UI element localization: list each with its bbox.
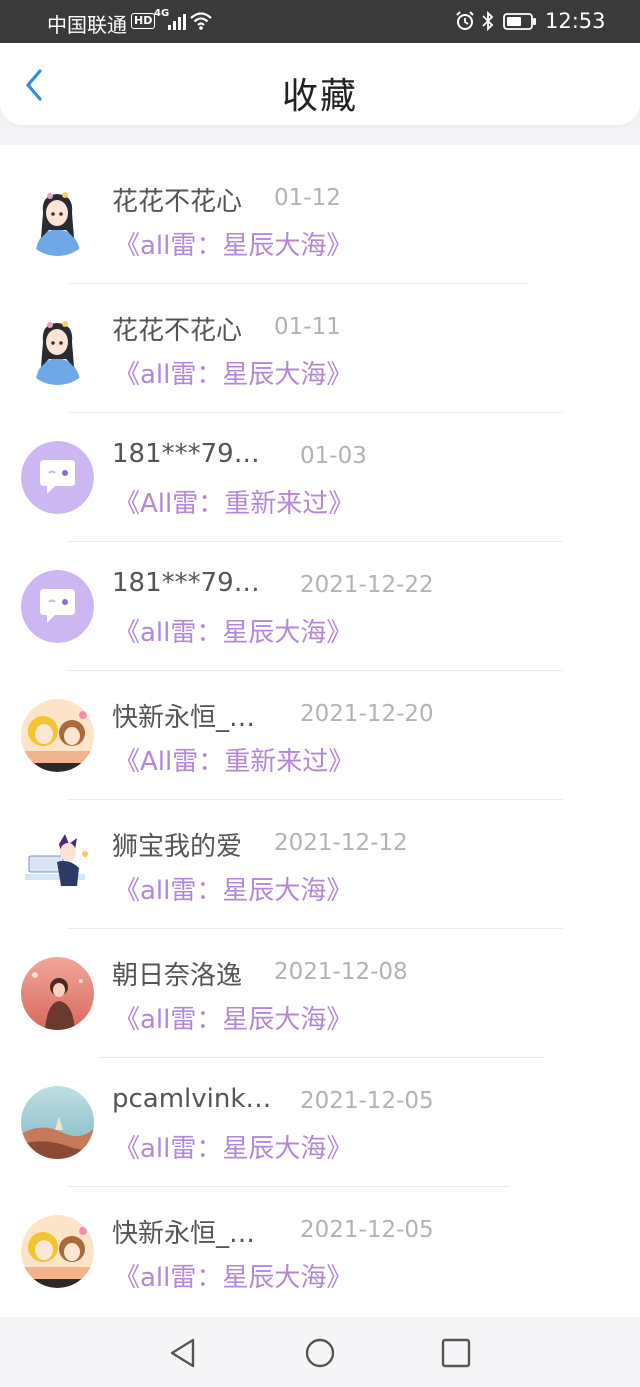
favorite-date: 2021-12-22 bbox=[300, 572, 434, 598]
default-chat-avatar-image bbox=[21, 570, 94, 643]
favorite-date: 2021-12-08 bbox=[274, 959, 408, 985]
user-name[interactable]: 181***79… bbox=[112, 439, 260, 469]
user-name[interactable]: 花花不花心 bbox=[112, 310, 242, 347]
bluetooth-icon bbox=[482, 10, 494, 32]
favorite-item[interactable]: 花花不花心 01-12 《all雷：星辰大海》 bbox=[0, 145, 640, 274]
system-nav-bar bbox=[0, 1317, 640, 1387]
row-divider bbox=[68, 799, 563, 800]
book-title-link[interactable]: 《all雷：星辰大海》 bbox=[114, 612, 352, 649]
avatar[interactable] bbox=[21, 1086, 94, 1159]
favorite-item[interactable]: 181***79… 2021-12-22 《all雷：星辰大海》 bbox=[0, 532, 640, 661]
anime-girl-avatar-image bbox=[21, 312, 94, 385]
favorites-list: 花花不花心 01-12 《all雷：星辰大海》 花花不花心 01-11 《all雷：星辰… bbox=[0, 145, 640, 1317]
favorite-item[interactable]: 花花不花心 01-11 《all雷：星辰大海》 bbox=[0, 274, 640, 403]
user-name[interactable]: pcamlvink… bbox=[112, 1084, 271, 1114]
hd-badge: HD bbox=[131, 13, 156, 29]
avatar[interactable] bbox=[21, 570, 94, 643]
avatar[interactable] bbox=[21, 1215, 94, 1288]
row-divider bbox=[68, 928, 563, 929]
landscape-avatar-image bbox=[21, 1086, 94, 1159]
favorite-item[interactable]: pcamlvink… 2021-12-05 《all雷：星辰大海》 bbox=[0, 1048, 640, 1177]
favorite-date: 2021-12-12 bbox=[274, 830, 408, 856]
favorite-date: 01-11 bbox=[274, 314, 341, 340]
favorite-date: 2021-12-20 bbox=[300, 701, 434, 727]
book-title-link[interactable]: 《all雷：星辰大海》 bbox=[114, 999, 352, 1036]
anime-duo-avatar-image bbox=[21, 1215, 94, 1288]
network-type: 4G bbox=[154, 8, 170, 19]
wifi-icon bbox=[190, 12, 212, 30]
avatar[interactable] bbox=[21, 957, 94, 1030]
avatar[interactable] bbox=[21, 699, 94, 772]
avatar[interactable] bbox=[21, 828, 94, 901]
page-title: 收藏 bbox=[281, 76, 358, 117]
row-divider bbox=[68, 1186, 510, 1187]
carrier-name: 中国联通 bbox=[47, 13, 127, 37]
default-chat-avatar-image bbox=[21, 441, 94, 514]
favorite-date: 2021-12-05 bbox=[300, 1217, 434, 1243]
favorite-item[interactable]: 快新永恒_… 2021-12-05 《all雷：星辰大海》 bbox=[0, 1177, 640, 1306]
book-title-link[interactable]: 《all雷：星辰大海》 bbox=[114, 870, 352, 907]
status-time: 12:53 bbox=[545, 9, 606, 33]
anime-duo-avatar-image bbox=[21, 699, 94, 772]
anime-boy-avatar-image bbox=[21, 828, 94, 901]
row-divider bbox=[68, 541, 563, 542]
user-name[interactable]: 快新永恒_… bbox=[112, 1213, 255, 1250]
favorite-item[interactable]: 181***79… 01-03 《All雷：重新来过》 bbox=[0, 403, 640, 532]
nav-header: 收藏 bbox=[0, 43, 640, 125]
favorite-item[interactable]: 狮宝我的爱 2021-12-12 《all雷：星辰大海》 bbox=[0, 790, 640, 919]
illustration-avatar-image bbox=[21, 957, 94, 1030]
book-title-link[interactable]: 《all雷：星辰大海》 bbox=[114, 225, 352, 262]
signal-icon bbox=[168, 14, 186, 30]
book-title-link[interactable]: 《All雷：重新来过》 bbox=[114, 483, 354, 520]
user-name[interactable]: 181***79… bbox=[112, 568, 260, 598]
status-bar: 中国联通 HD 4G 12:53 bbox=[0, 0, 640, 43]
user-name[interactable]: 朝日奈洛逸 bbox=[112, 955, 242, 992]
favorite-date: 01-03 bbox=[300, 443, 367, 469]
home-circle-icon[interactable] bbox=[304, 1337, 336, 1369]
row-divider bbox=[68, 412, 563, 413]
row-divider bbox=[68, 283, 528, 284]
back-triangle-icon[interactable] bbox=[167, 1337, 199, 1369]
row-divider bbox=[68, 670, 563, 671]
book-title-link[interactable]: 《all雷：星辰大海》 bbox=[114, 1128, 352, 1165]
user-name[interactable]: 狮宝我的爱 bbox=[112, 826, 242, 863]
avatar[interactable] bbox=[21, 312, 94, 385]
favorite-item[interactable]: 快新永恒_… 2021-12-20 《All雷：重新来过》 bbox=[0, 661, 640, 790]
book-title-link[interactable]: 《all雷：星辰大海》 bbox=[114, 354, 352, 391]
avatar[interactable] bbox=[21, 441, 94, 514]
alarm-icon bbox=[456, 11, 474, 30]
row-divider bbox=[98, 1057, 545, 1058]
favorite-item[interactable]: 朝日奈洛逸 2021-12-08 《all雷：星辰大海》 bbox=[0, 919, 640, 1048]
anime-girl-avatar-image bbox=[21, 183, 94, 256]
book-title-link[interactable]: 《all雷：星辰大海》 bbox=[114, 1257, 352, 1294]
battery-icon bbox=[503, 13, 536, 30]
user-name[interactable]: 快新永恒_… bbox=[112, 697, 255, 734]
user-name[interactable]: 花花不花心 bbox=[112, 181, 242, 218]
favorite-date: 01-12 bbox=[274, 185, 341, 211]
book-title-link[interactable]: 《All雷：重新来过》 bbox=[114, 741, 354, 778]
recents-square-icon[interactable] bbox=[440, 1337, 472, 1369]
avatar[interactable] bbox=[21, 183, 94, 256]
favorite-date: 2021-12-05 bbox=[300, 1088, 434, 1114]
